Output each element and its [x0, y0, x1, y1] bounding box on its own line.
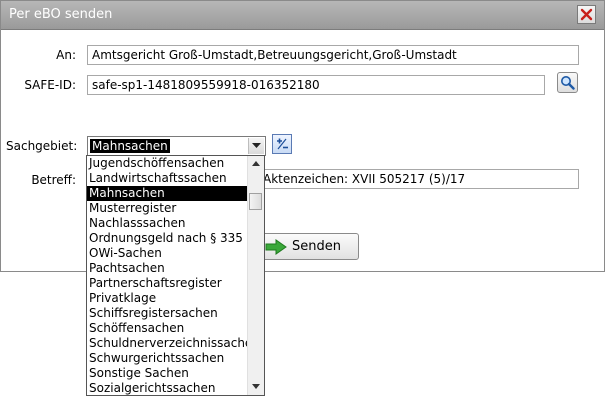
an-label: An: — [56, 48, 76, 62]
list-item-selected[interactable]: Mahnsachen — [87, 186, 248, 201]
list-item[interactable]: Schöffensachen — [87, 321, 248, 336]
an-field[interactable]: Amtsgericht Groß-Umstadt,Betreuungsgeric… — [87, 45, 579, 65]
list-item[interactable]: Sozialgerichtssachen — [87, 381, 248, 395]
list-item[interactable]: Privatklage — [87, 291, 248, 306]
list-item[interactable]: Schwurgerichtssachen — [87, 351, 248, 366]
betreff-label: Betreff: — [31, 173, 76, 187]
list-item[interactable]: OWi-Sachen — [87, 246, 248, 261]
safe-id-field[interactable]: safe-sp1-1481809559918-016352180 — [87, 75, 545, 95]
safe-id-label: SAFE-ID: — [24, 78, 76, 92]
close-icon — [580, 8, 593, 21]
sachgebiet-select[interactable]: Mahnsachen — [87, 136, 266, 156]
scroll-down-icon — [252, 384, 260, 389]
list-item[interactable]: Schuldnerverzeichnissachen — [87, 336, 248, 351]
scroll-up-icon — [252, 161, 260, 166]
chevron-down-icon — [252, 143, 261, 148]
scroll-thumb[interactable] — [249, 193, 262, 210]
list-item[interactable]: Sonstige Sachen — [87, 366, 248, 381]
list-item[interactable]: Ordnungsgeld nach § 335 HG — [87, 231, 248, 246]
scroll-up-button[interactable] — [248, 156, 264, 172]
close-button[interactable] — [577, 5, 596, 24]
sachgebiet-dropdown-list[interactable]: Jugendschöffensachen Landwirtschaftssach… — [86, 155, 265, 396]
send-button-label: Senden — [292, 239, 341, 254]
scroll-down-button[interactable] — [248, 379, 264, 395]
list-item[interactable]: Landwirtschaftssachen — [87, 171, 248, 186]
list-item[interactable]: Musterregister — [87, 201, 248, 216]
sachgebiet-label: Sachgebiet: — [6, 139, 78, 153]
dropdown-scrollbar[interactable] — [247, 156, 264, 395]
lookup-button[interactable] — [557, 72, 578, 93]
title-bar[interactable]: Per eBO senden — [1, 1, 604, 30]
magnifier-icon — [561, 76, 575, 90]
window-title: Per eBO senden — [9, 7, 113, 22]
plus-minus-button[interactable] — [272, 134, 292, 154]
send-button[interactable]: Senden — [262, 233, 359, 260]
select-arrow[interactable] — [248, 138, 264, 154]
plus-minus-icon — [277, 138, 288, 150]
sachgebiet-selected-value: Mahnsachen — [90, 139, 170, 153]
list-item[interactable]: Jugendschöffensachen — [87, 156, 248, 171]
list-item[interactable]: Nachlasssachen — [87, 216, 248, 231]
green-arrow-icon — [265, 239, 287, 255]
dropdown-items: Jugendschöffensachen Landwirtschaftssach… — [87, 156, 248, 395]
list-item[interactable]: Partnerschaftsregister — [87, 276, 248, 291]
list-item[interactable]: Pachtsachen — [87, 261, 248, 276]
betreff-field[interactable]: Aktenzeichen: XVII 505217 (5)/17 — [259, 169, 579, 189]
list-item[interactable]: Schiffsregistersachen — [87, 306, 248, 321]
